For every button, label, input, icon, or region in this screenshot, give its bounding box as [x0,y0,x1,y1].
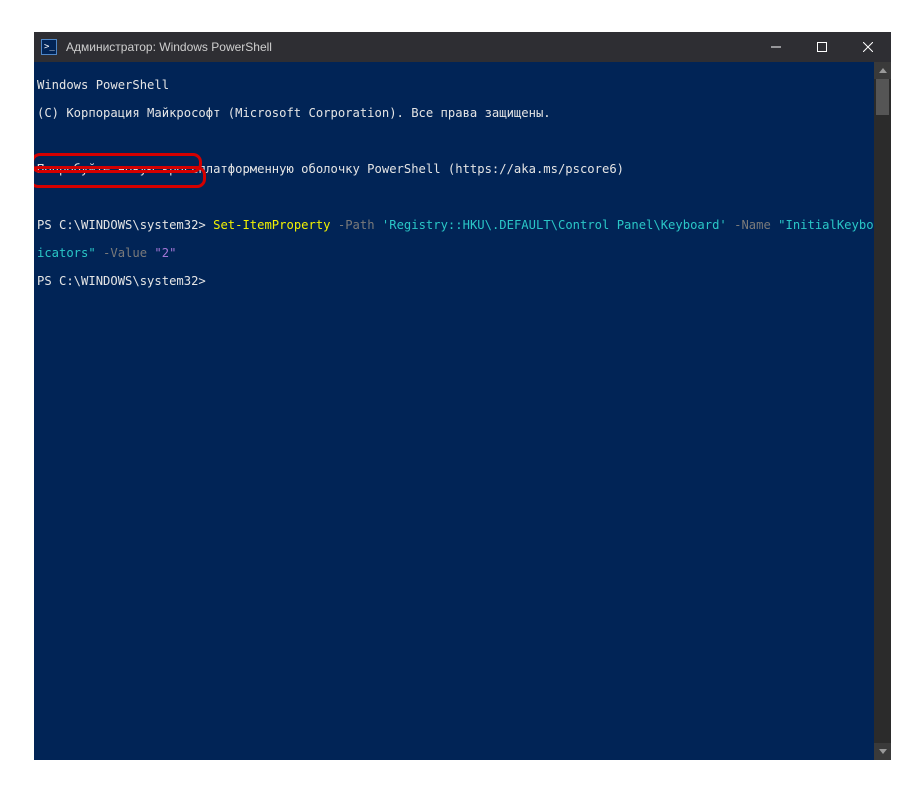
scroll-track[interactable] [874,79,891,743]
chevron-up-icon [879,68,887,73]
command-line-wrap: icators" -Value "2" [37,246,871,260]
close-icon [863,42,873,52]
command-line: PS C:\WINDOWS\system32> Set-ItemProperty… [37,218,871,232]
close-button[interactable] [845,32,891,62]
scroll-down-button[interactable] [874,743,891,760]
scroll-up-button[interactable] [874,62,891,79]
cmd-flag: -Name [727,218,778,232]
window-title: Администратор: Windows PowerShell [64,40,753,54]
output-line: Попробуйте новую кроссплатформенную обол… [37,162,871,176]
cmd-flag: -Value [96,246,155,260]
cmd-arg: 'Registry::HKU\.DEFAULT\Control Panel\Ke… [382,218,727,232]
prompt: PS C:\WINDOWS\system32> [37,218,213,232]
output-line: (C) Корпорация Майкрософт (Microsoft Cor… [37,106,871,120]
output-line [37,134,871,148]
maximize-icon [817,42,827,52]
terminal-area[interactable]: Windows PowerShell (C) Корпорация Майкро… [34,62,891,760]
app-icon[interactable] [34,32,64,62]
terminal-output[interactable]: Windows PowerShell (C) Корпорация Майкро… [34,62,874,760]
cmd-arg: icators" [37,246,96,260]
output-line [37,190,871,204]
scroll-thumb[interactable] [876,79,889,115]
titlebar[interactable]: Администратор: Windows PowerShell [34,32,891,62]
powershell-icon [41,39,57,55]
output-line: Windows PowerShell [37,78,871,92]
cmd-arg: "2" [154,246,176,260]
prompt-line: PS C:\WINDOWS\system32> [37,274,871,288]
cmdlet: Set-ItemProperty [213,218,330,232]
chevron-down-icon [879,749,887,754]
minimize-icon [771,42,781,52]
window-controls [753,32,891,62]
minimize-button[interactable] [753,32,799,62]
maximize-button[interactable] [799,32,845,62]
vertical-scrollbar[interactable] [874,62,891,760]
cmd-flag: -Path [331,218,382,232]
powershell-window: Администратор: Windows PowerShell Window… [34,32,891,760]
